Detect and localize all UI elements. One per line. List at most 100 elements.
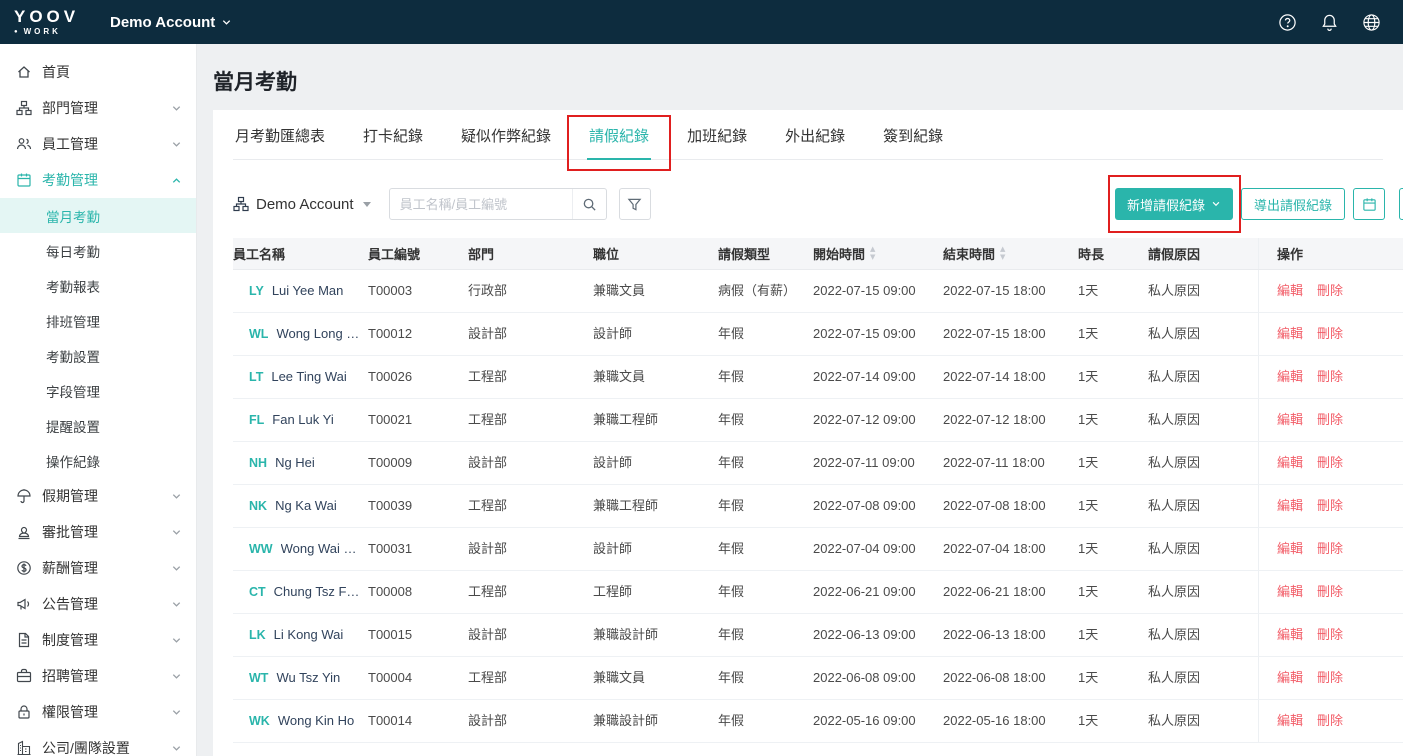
delete-link[interactable]: 刪除 [1317, 626, 1343, 644]
sidebar-item-label: 假期管理 [42, 486, 171, 506]
sidebar-item-department-management[interactable]: 部門管理 [0, 90, 196, 126]
column-header: 請假類型 [718, 238, 813, 269]
delete-link[interactable]: 刪除 [1317, 583, 1343, 601]
sidebar-item-recruitment-management[interactable]: 招聘管理 [0, 658, 196, 694]
add-leave-record-button[interactable]: 新增請假紀錄 [1115, 188, 1233, 220]
employee-name: Wu Tsz Yin [276, 669, 340, 687]
sidebar-item-permission-management[interactable]: 權限管理 [0, 694, 196, 730]
sidebar-item-daily-attendance[interactable]: 每日考勤 [0, 233, 196, 268]
sidebar-item-reminder-settings[interactable]: 提醒設置 [0, 408, 196, 443]
tab-outing-records[interactable]: 外出紀錄 [783, 110, 847, 159]
edit-link[interactable]: 編輯 [1277, 540, 1303, 558]
employee-name-cell: LT Lee Ting Wai [233, 368, 368, 386]
sidebar-item-home[interactable]: 首頁 [0, 54, 196, 90]
sidebar-item-company-team-settings[interactable]: 公司/團隊設置 [0, 730, 196, 756]
delete-link[interactable]: 刪除 [1317, 497, 1343, 515]
duration-cell: 1天 [1078, 540, 1148, 558]
tab-clock-in-records[interactable]: 打卡紀錄 [361, 110, 425, 159]
delete-link[interactable]: 刪除 [1317, 540, 1343, 558]
actions-cell: 編輯 刪除 [1258, 528, 1403, 570]
duration-cell: 1天 [1078, 325, 1148, 343]
sidebar-item-attendance-settings[interactable]: 考勤設置 [0, 338, 196, 373]
duration-cell: 1天 [1078, 368, 1148, 386]
notifications-bell-icon[interactable] [1320, 13, 1339, 32]
employee-name-cell: WL Wong Long … [233, 325, 368, 343]
edit-link[interactable]: 編輯 [1277, 712, 1303, 730]
edit-link[interactable]: 編輯 [1277, 368, 1303, 386]
employee-id-cell: T00039 [368, 497, 468, 515]
sidebar-item-monthly-attendance[interactable]: 當月考勤 [0, 198, 196, 233]
sidebar-item-payroll-management[interactable]: 薪酬管理 [0, 550, 196, 586]
duration-cell: 1天 [1078, 497, 1148, 515]
sidebar-item-policy-management[interactable]: 制度管理 [0, 622, 196, 658]
sidebar-item-operation-log[interactable]: 操作紀錄 [0, 443, 196, 478]
export-leave-records-button[interactable]: 導出請假紀錄 [1241, 188, 1345, 220]
sidebar-item-label: 權限管理 [42, 702, 171, 722]
position-cell: 設計師 [593, 325, 718, 343]
logo-dot-icon: ● [14, 29, 21, 35]
company-icon [16, 740, 32, 756]
reason-cell: 私人原因 [1148, 712, 1258, 730]
tab-monthly-attendance-summary[interactable]: 月考勤匯總表 [233, 110, 327, 159]
sidebar-item-holiday-management[interactable]: 假期管理 [0, 478, 196, 514]
language-globe-icon[interactable] [1362, 13, 1381, 32]
delete-link[interactable]: 刪除 [1317, 712, 1343, 730]
tab-overtime-records[interactable]: 加班紀錄 [685, 110, 749, 159]
edit-link[interactable]: 編輯 [1277, 626, 1303, 644]
search-input[interactable] [390, 197, 572, 212]
column-header-label: 員工編號 [368, 244, 420, 263]
employee-name: Wong Kin Ho [278, 712, 354, 730]
delete-link[interactable]: 刪除 [1317, 454, 1343, 472]
delete-link[interactable]: 刪除 [1317, 325, 1343, 343]
sidebar-item-announcement-management[interactable]: 公告管理 [0, 586, 196, 622]
employee-id-cell: T00003 [368, 282, 468, 300]
tab-label: 外出紀錄 [785, 128, 845, 145]
avatar-initials: LY [249, 283, 264, 300]
table-row: NK Ng Ka Wai T00039 工程部 兼職工程師 年假 2022-07… [233, 485, 1403, 528]
sidebar-item-field-management[interactable]: 字段管理 [0, 373, 196, 408]
edit-link[interactable]: 編輯 [1277, 583, 1303, 601]
chevron-icon [171, 743, 182, 754]
employee-name-cell: LY Lui Yee Man [233, 282, 368, 300]
sidebar-item-approval-management[interactable]: 審批管理 [0, 514, 196, 550]
table-header-row: 員工名稱 員工編號 部門 [233, 238, 1403, 270]
duration-cell: 1天 [1078, 282, 1148, 300]
account-switcher[interactable]: Demo Account [110, 14, 232, 31]
edit-link[interactable]: 編輯 [1277, 411, 1303, 429]
employee-name: Lui Yee Man [272, 282, 344, 300]
reason-cell: 私人原因 [1148, 583, 1258, 601]
delete-link[interactable]: 刪除 [1317, 411, 1343, 429]
tab-leave-records[interactable]: 請假紀錄 [587, 110, 651, 159]
edit-link[interactable]: 編輯 [1277, 282, 1303, 300]
delete-link[interactable]: 刪除 [1317, 669, 1343, 687]
position-cell: 兼職文員 [593, 282, 718, 300]
edit-link[interactable]: 編輯 [1277, 669, 1303, 687]
help-icon[interactable] [1278, 13, 1297, 32]
leave-type-cell: 年假 [718, 626, 813, 644]
delete-link[interactable]: 刪除 [1317, 368, 1343, 386]
end-time-cell: 2022-07-12 18:00 [943, 411, 1078, 429]
employee-name: Ng Hei [275, 454, 315, 472]
filter-button[interactable] [619, 188, 651, 220]
sort-icon[interactable] [870, 246, 875, 261]
calendar-view-button[interactable] [1353, 188, 1385, 220]
sidebar-item-attendance-management[interactable]: 考勤管理 [0, 162, 196, 198]
edit-link[interactable]: 編輯 [1277, 454, 1303, 472]
edit-link[interactable]: 編輯 [1277, 497, 1303, 515]
chevron-down-icon [221, 17, 232, 28]
tab-sign-in-records[interactable]: 簽到紀錄 [881, 110, 945, 159]
yoov-work-logo[interactable]: YOOV ● WORK [0, 8, 98, 36]
sort-icon[interactable] [1000, 246, 1005, 261]
delete-link[interactable]: 刪除 [1317, 282, 1343, 300]
edit-link[interactable]: 編輯 [1277, 325, 1303, 343]
column-header: 部門 [468, 238, 593, 269]
tab-suspected-cheating-records[interactable]: 疑似作弊紀錄 [459, 110, 553, 159]
sidebar-item-employee-management[interactable]: 員工管理 [0, 126, 196, 162]
sidebar-item-shift-management[interactable]: 排班管理 [0, 303, 196, 338]
search-button[interactable] [572, 189, 606, 219]
clipped-toolbar-button[interactable] [1399, 188, 1403, 220]
table-row: FL Fan Luk Yi T00021 工程部 兼職工程師 年假 2022-0… [233, 399, 1403, 442]
sidebar-item-attendance-report[interactable]: 考勤報表 [0, 268, 196, 303]
org-selector[interactable]: Demo Account [233, 196, 371, 213]
actions-cell: 編輯 刪除 [1258, 270, 1403, 312]
